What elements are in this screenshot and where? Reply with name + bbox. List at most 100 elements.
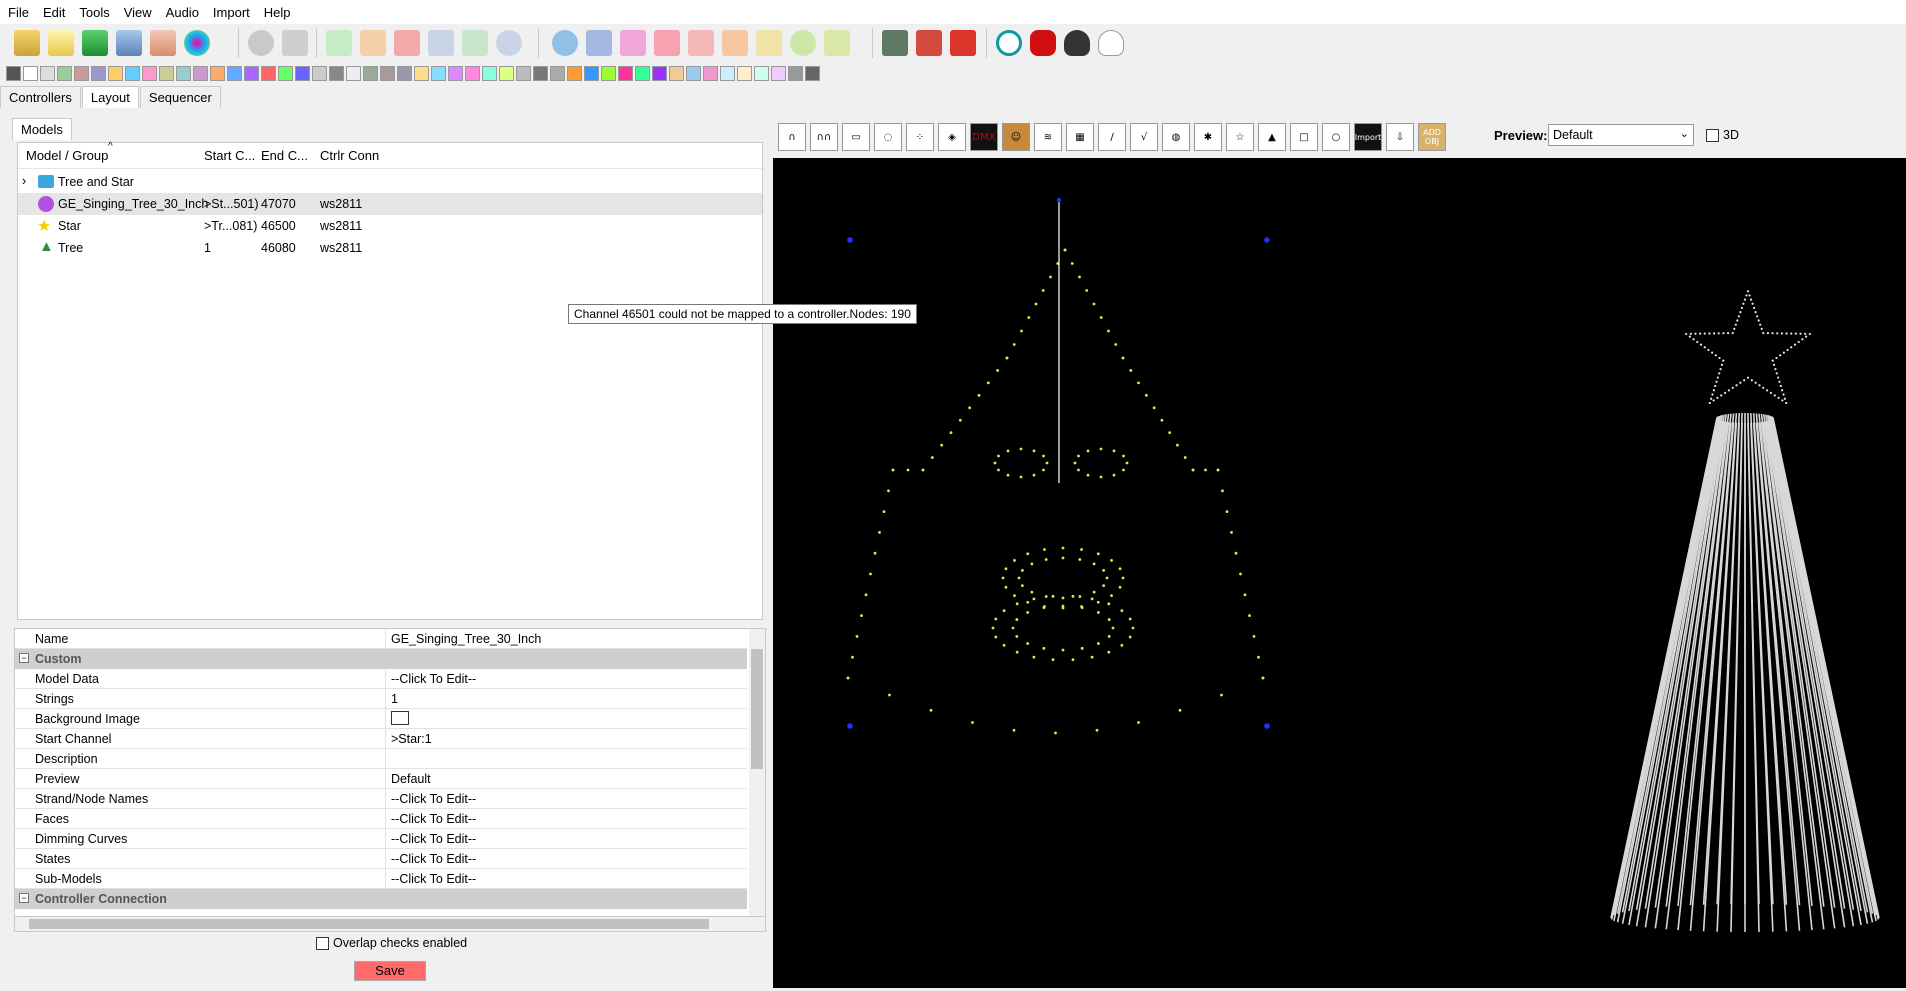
menu-view[interactable]: View — [124, 5, 152, 20]
face-model-icon[interactable]: ☺ — [1002, 123, 1030, 151]
effect-tile-icon[interactable] — [244, 65, 259, 81]
effect-tile-icon[interactable] — [567, 65, 582, 81]
menu-help[interactable]: Help — [264, 5, 291, 20]
effect-tile-icon[interactable] — [210, 65, 225, 81]
3d-checkbox[interactable] — [1706, 128, 1719, 142]
effect-tile-icon[interactable] — [482, 65, 497, 81]
help-icon[interactable] — [996, 30, 1022, 56]
3d-toggle[interactable]: 3D — [1706, 128, 1739, 142]
add-object-icon[interactable]: ADD OBJ — [1418, 123, 1446, 151]
effect-tile-icon[interactable] — [669, 65, 684, 81]
effect-tile-icon[interactable] — [346, 65, 361, 81]
effect-tile-icon[interactable] — [584, 65, 599, 81]
property-row[interactable]: Description — [15, 749, 747, 769]
effect-tile-icon[interactable] — [74, 65, 89, 81]
effect-tile-icon[interactable] — [686, 65, 701, 81]
effect-tile-icon[interactable] — [23, 65, 38, 81]
effect-tile-icon[interactable] — [261, 65, 276, 81]
effect-tile-icon[interactable] — [380, 65, 395, 81]
open-folder-icon[interactable] — [14, 30, 40, 56]
print-icon[interactable] — [150, 30, 176, 56]
property-row[interactable]: Strand/Node Names --Click To Edit-- — [15, 789, 747, 809]
pause-icon[interactable] — [360, 30, 386, 56]
save-disk-icon[interactable] — [116, 30, 142, 56]
arch-icon[interactable]: ∩ — [778, 123, 806, 151]
palette-icon[interactable] — [184, 30, 210, 56]
spinner-icon[interactable]: ✱ — [1194, 123, 1222, 151]
menu-tools[interactable]: Tools — [79, 5, 109, 20]
line-icon[interactable]: / — [1098, 123, 1126, 151]
effect-tile-icon[interactable] — [142, 65, 157, 81]
wreath-icon[interactable]: ○ — [1322, 123, 1350, 151]
property-name-row[interactable]: Name GE_Singing_Tree_30_Inch — [15, 629, 747, 649]
category-controller-connection[interactable]: − Controller Connection — [15, 889, 747, 909]
new-file-icon[interactable] — [48, 30, 74, 56]
properties-horizontal-scrollbar[interactable] — [14, 916, 766, 932]
menu-import[interactable]: Import — [213, 5, 250, 20]
column-end-channel[interactable]: End C... — [261, 148, 308, 163]
preview-select[interactable]: Default ⌄ — [1548, 124, 1694, 146]
effect-tile-icon[interactable] — [278, 65, 293, 81]
stop-icon[interactable] — [394, 30, 420, 56]
effect-tile-icon[interactable] — [312, 65, 327, 81]
effect-tile-icon[interactable] — [431, 65, 446, 81]
tab-models[interactable]: Models — [12, 118, 72, 140]
property-value[interactable]: GE_Singing_Tree_30_Inch — [391, 632, 541, 646]
effect-tile-icon[interactable] — [533, 65, 548, 81]
bulb-off-icon[interactable] — [1064, 30, 1090, 56]
zoom-out-icon[interactable] — [916, 30, 942, 56]
poly-line-icon[interactable]: √ — [1130, 123, 1158, 151]
effect-tile-icon[interactable] — [227, 65, 242, 81]
effect-icons-strip[interactable] — [6, 65, 822, 81]
effect-tile-icon[interactable] — [108, 65, 123, 81]
effect-tile-icon[interactable] — [40, 65, 55, 81]
effect-tile-icon[interactable] — [652, 65, 667, 81]
effect-tile-icon[interactable] — [91, 65, 106, 81]
effect-tile-icon[interactable] — [737, 65, 752, 81]
star-model-icon[interactable]: ☆ — [1226, 123, 1254, 151]
stop-sign-icon[interactable] — [1030, 30, 1056, 56]
effect-tile-icon[interactable] — [397, 65, 412, 81]
effect-tile-icon[interactable] — [720, 65, 735, 81]
menu-edit[interactable]: Edit — [43, 5, 65, 20]
effect-tile-icon[interactable] — [295, 65, 310, 81]
category-custom[interactable]: − Custom — [15, 649, 747, 669]
effect-tile-icon[interactable] — [805, 65, 820, 81]
expand-arrow-icon[interactable]: › — [22, 174, 26, 188]
effect-tile-icon[interactable] — [363, 65, 378, 81]
open-green-folder-icon[interactable] — [82, 30, 108, 56]
property-row[interactable]: Sub-Models --Click To Edit-- — [15, 869, 747, 889]
overlap-checkbox[interactable] — [316, 936, 329, 950]
dmx-icon[interactable]: DMX — [970, 123, 998, 151]
effect-tile-icon[interactable] — [159, 65, 174, 81]
menu-audio[interactable]: Audio — [166, 5, 199, 20]
effect-tile-icon[interactable] — [550, 65, 565, 81]
tab-layout[interactable]: Layout — [81, 86, 139, 108]
scroll-thumb[interactable] — [751, 649, 763, 769]
layers-icon[interactable] — [654, 30, 680, 56]
effect-tile-icon[interactable] — [465, 65, 480, 81]
fast-forward-icon[interactable] — [462, 30, 488, 56]
custom-model-icon[interactable]: ⁘ — [906, 123, 934, 151]
tree-row-tree[interactable]: ▲ Tree 1 46080 ws2811 — [18, 237, 762, 259]
effect-tile-icon[interactable] — [448, 65, 463, 81]
tree-shape-icon[interactable] — [688, 30, 714, 56]
collapse-icon[interactable]: − — [19, 893, 29, 903]
play-icon[interactable] — [326, 30, 352, 56]
property-row[interactable]: States --Click To Edit-- — [15, 849, 747, 869]
sparkle-gear-icon[interactable] — [790, 30, 816, 56]
property-row[interactable]: Background Image — [15, 709, 747, 729]
property-row[interactable]: Strings 1 — [15, 689, 747, 709]
effect-tile-icon[interactable] — [618, 65, 633, 81]
tree-row-star[interactable]: ★ Star >Tr...081) 46500 ws2811 — [18, 215, 762, 237]
tab-controllers[interactable]: Controllers — [0, 86, 81, 108]
column-controller-connection[interactable]: Ctrlr Conn — [320, 148, 379, 163]
effect-tile-icon[interactable] — [499, 65, 514, 81]
properties-grid[interactable]: Name GE_Singing_Tree_30_Inch − Custom Mo… — [14, 628, 766, 928]
effect-tile-icon[interactable] — [601, 65, 616, 81]
property-row[interactable]: Faces --Click To Edit-- — [15, 809, 747, 829]
effect-tile-icon[interactable] — [635, 65, 650, 81]
effect-tile-icon[interactable] — [788, 65, 803, 81]
rewind-icon[interactable] — [428, 30, 454, 56]
ruler-icon[interactable] — [756, 30, 782, 56]
